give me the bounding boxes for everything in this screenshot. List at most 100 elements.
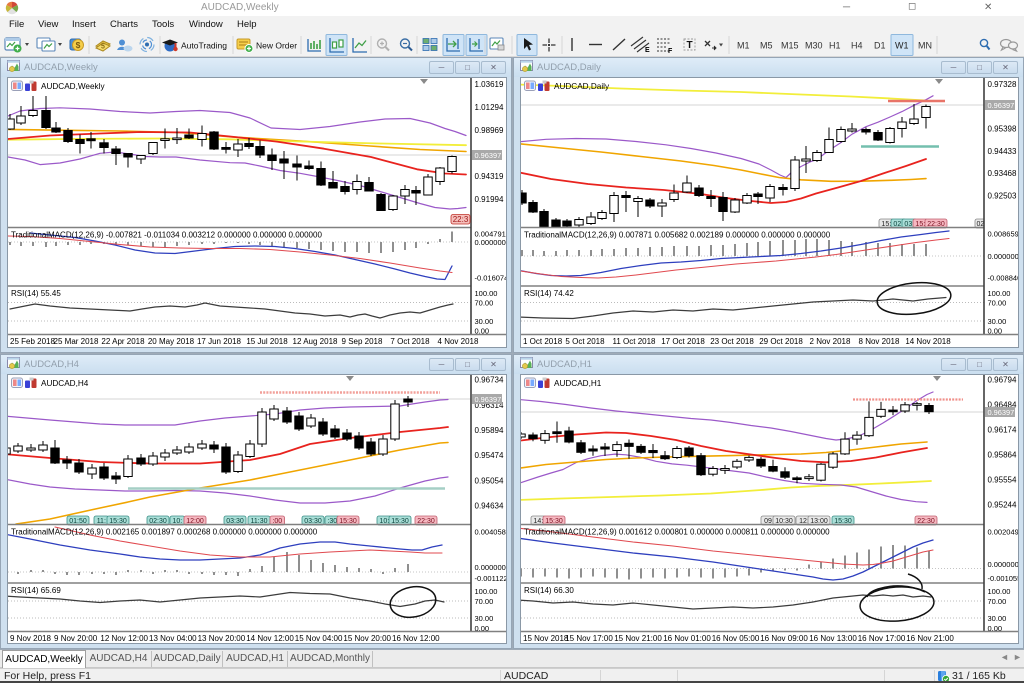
svg-text:30.00: 30.00: [988, 614, 1007, 623]
svg-text:5 Oct 2018: 5 Oct 2018: [565, 337, 605, 346]
svg-text:16 Nov 12:00: 16 Nov 12:00: [392, 634, 440, 643]
svg-text:16 Nov 17:00: 16 Nov 17:00: [858, 634, 906, 643]
svg-text:30.00: 30.00: [988, 317, 1007, 326]
svg-text:M5: M5: [760, 41, 773, 51]
svg-text:100.00: 100.00: [475, 289, 498, 298]
svg-text:1.03619: 1.03619: [475, 80, 504, 89]
svg-text:15 Nov 20:00: 15 Nov 20:00: [343, 634, 391, 643]
svg-text:TraditionalMACD(12,26,9) 0.002: TraditionalMACD(12,26,9) 0.002165 0.0018…: [11, 528, 318, 537]
svg-text:30.00: 30.00: [475, 614, 494, 623]
svg-text:M30: M30: [805, 41, 823, 51]
svg-text:22:3: 22:3: [453, 215, 469, 224]
svg-text:0.000000: 0.000000: [475, 238, 506, 247]
svg-text:0.00: 0.00: [988, 327, 1003, 336]
svg-text::30: :30: [327, 518, 337, 525]
svg-text:RSI(14) 55.45: RSI(14) 55.45: [11, 289, 61, 298]
svg-text:0.94433: 0.94433: [988, 147, 1017, 156]
svg-text:0.95474: 0.95474: [475, 451, 504, 460]
svg-text:15 Nov 21:00: 15 Nov 21:00: [614, 634, 662, 643]
svg-text:0.97328: 0.97328: [988, 80, 1017, 89]
svg-text:$: $: [76, 40, 81, 50]
svg-text:TraditionalMACD(12,26,9) 0.007: TraditionalMACD(12,26,9) 0.007871 0.0056…: [524, 231, 831, 240]
svg-text:15:30: 15:30: [339, 518, 357, 525]
svg-text:11:30: 11:30: [251, 518, 268, 525]
svg-text:H1: H1: [829, 41, 841, 51]
svg-text:7 Oct 2018: 7 Oct 2018: [390, 337, 430, 346]
svg-text:0.94634: 0.94634: [475, 502, 504, 511]
svg-text:0.008659: 0.008659: [988, 230, 1019, 239]
svg-text:22:30: 22:30: [927, 221, 945, 228]
svg-text:15 Nov 17:00: 15 Nov 17:00: [565, 634, 613, 643]
svg-text:D1: D1: [874, 41, 886, 51]
svg-text:100.00: 100.00: [988, 587, 1011, 596]
svg-text:2 Nov 2018: 2 Nov 2018: [810, 337, 851, 346]
svg-text:0.00: 0.00: [475, 624, 490, 633]
svg-text:0.96397: 0.96397: [988, 408, 1015, 417]
svg-text:100.00: 100.00: [475, 587, 498, 596]
svg-text:10:: 10:: [379, 518, 389, 525]
svg-text:0.95894: 0.95894: [475, 426, 504, 435]
svg-text:0.000000: 0.000000: [988, 560, 1019, 569]
svg-text:14:: 14:: [533, 518, 543, 525]
svg-text:TraditionalMACD(12,26,9) -0.00: TraditionalMACD(12,26,9) -0.007821 -0.01…: [11, 231, 322, 240]
svg-text:17 Oct 2018: 17 Oct 2018: [661, 337, 705, 346]
svg-text:9 Nov 2018: 9 Nov 2018: [10, 634, 51, 643]
svg-text:15:: 15:: [915, 221, 925, 228]
svg-text:RSI(14) 65.69: RSI(14) 65.69: [11, 586, 61, 595]
svg-text:0.96734: 0.96734: [475, 376, 504, 385]
svg-text:16 Nov 13:00: 16 Nov 13:00: [809, 634, 857, 643]
svg-text:30.00: 30.00: [475, 317, 494, 326]
svg-text:29 Oct 2018: 29 Oct 2018: [759, 337, 803, 346]
svg-text:16 Nov 05:00: 16 Nov 05:00: [712, 634, 760, 643]
svg-text:AUDCAD,H1: AUDCAD,H1: [554, 379, 602, 388]
svg-text:8 Nov 2018: 8 Nov 2018: [859, 337, 900, 346]
svg-text:-0.001122: -0.001122: [475, 574, 508, 583]
svg-text:03:30: 03:30: [304, 518, 322, 525]
svg-text:MN: MN: [918, 41, 932, 51]
svg-text:9 Nov 20:00: 9 Nov 20:00: [54, 634, 98, 643]
svg-text:0.94319: 0.94319: [475, 172, 504, 181]
svg-text:15:30: 15:30: [109, 518, 127, 525]
svg-text:W1: W1: [895, 41, 909, 51]
svg-text:E: E: [645, 47, 650, 54]
svg-text:11 Oct 2018: 11 Oct 2018: [613, 337, 657, 346]
svg-text:AUDCAD,Daily: AUDCAD,Daily: [554, 82, 610, 91]
svg-text:9 Sep 2018: 9 Sep 2018: [342, 337, 383, 346]
svg-text:0.93468: 0.93468: [988, 169, 1017, 178]
svg-text:70.00: 70.00: [988, 597, 1007, 606]
svg-text:M1: M1: [737, 41, 750, 51]
svg-text:23 Oct 2018: 23 Oct 2018: [710, 337, 754, 346]
svg-text:15 Nov 04:00: 15 Nov 04:00: [295, 634, 343, 643]
svg-text:AUDCAD,Weekly: AUDCAD,Weekly: [41, 82, 105, 91]
svg-text:4 Nov 2018: 4 Nov 2018: [438, 337, 479, 346]
svg-text:17 Jun 2018: 17 Jun 2018: [197, 337, 242, 346]
svg-text:70.00: 70.00: [988, 299, 1007, 308]
svg-text:10:30: 10:30: [775, 518, 793, 525]
svg-text:15:: 15:: [881, 221, 891, 228]
svg-text:15 Nov 2018: 15 Nov 2018: [523, 634, 569, 643]
svg-text:AutoTrading: AutoTrading: [181, 41, 227, 51]
svg-text:AUDCAD,H4: AUDCAD,H4: [41, 379, 89, 388]
svg-text:-0.016074: -0.016074: [475, 274, 508, 283]
svg-text:22:30: 22:30: [917, 518, 935, 525]
svg-text:15 Jul 2018: 15 Jul 2018: [246, 337, 288, 346]
svg-text:5: 5: [101, 44, 105, 51]
svg-text::00: :00: [272, 518, 282, 525]
svg-text:10:: 10:: [172, 518, 182, 525]
svg-text:0.91994: 0.91994: [475, 195, 504, 204]
svg-text:02:30: 02:30: [149, 518, 167, 525]
svg-text:H4: H4: [851, 41, 863, 51]
svg-text:13:00: 13:00: [810, 518, 828, 525]
svg-text:20 May 2018: 20 May 2018: [148, 337, 195, 346]
svg-text:TraditionalMACD(12,26,9) 0.001: TraditionalMACD(12,26,9) 0.001612 0.0008…: [524, 528, 830, 537]
svg-text:13 Nov 04:00: 13 Nov 04:00: [149, 634, 197, 643]
svg-text:0.95554: 0.95554: [988, 476, 1017, 485]
svg-text:0.96397: 0.96397: [475, 395, 502, 404]
svg-text:11:: 11:: [97, 518, 106, 525]
svg-text:14 Nov 2018: 14 Nov 2018: [905, 337, 951, 346]
svg-text:0.000000: 0.000000: [475, 563, 506, 572]
svg-text:14 Nov 12:00: 14 Nov 12:00: [246, 634, 294, 643]
svg-text:12 Aug 2018: 12 Aug 2018: [293, 337, 338, 346]
svg-text:100.00: 100.00: [988, 289, 1011, 298]
svg-text:New Order: New Order: [256, 41, 297, 51]
